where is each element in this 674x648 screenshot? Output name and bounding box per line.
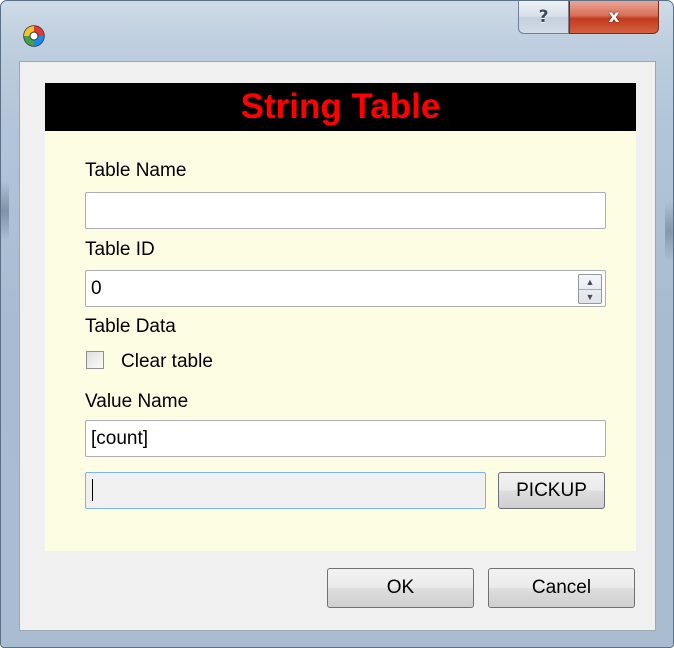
table-id-stepper[interactable]: 0 [85, 270, 606, 307]
clear-table-checkbox[interactable] [86, 351, 104, 369]
table-id-spinner[interactable]: ▲ ▼ [578, 274, 602, 304]
table-id-value: 0 [91, 278, 102, 299]
spin-up-icon[interactable]: ▲ [579, 275, 601, 289]
page-title: String Table [45, 83, 636, 131]
text-caret [92, 479, 93, 501]
help-button[interactable]: ? [518, 1, 569, 34]
spin-down-icon[interactable]: ▼ [579, 289, 601, 304]
help-icon: ? [538, 7, 549, 27]
ok-button[interactable]: OK [327, 568, 474, 608]
cancel-button-label: Cancel [531, 577, 592, 598]
table-id-label: Table ID [85, 239, 155, 260]
pickup-button-label: PICKUP [516, 479, 587, 501]
app-icon [23, 25, 45, 47]
value-name-input[interactable] [85, 420, 606, 457]
ok-button-label: OK [386, 577, 415, 598]
close-icon: x [608, 7, 620, 27]
cancel-button[interactable]: Cancel [488, 568, 635, 608]
table-name-input[interactable] [85, 192, 606, 229]
table-name-label: Table Name [85, 160, 187, 181]
close-button[interactable]: x [569, 1, 659, 34]
clear-table-label[interactable]: Clear table [121, 351, 213, 373]
pickup-button[interactable]: PICKUP [498, 472, 605, 509]
value-name-label: Value Name [85, 391, 189, 412]
pickup-input[interactable] [85, 472, 486, 509]
table-data-label: Table Data [85, 316, 176, 337]
